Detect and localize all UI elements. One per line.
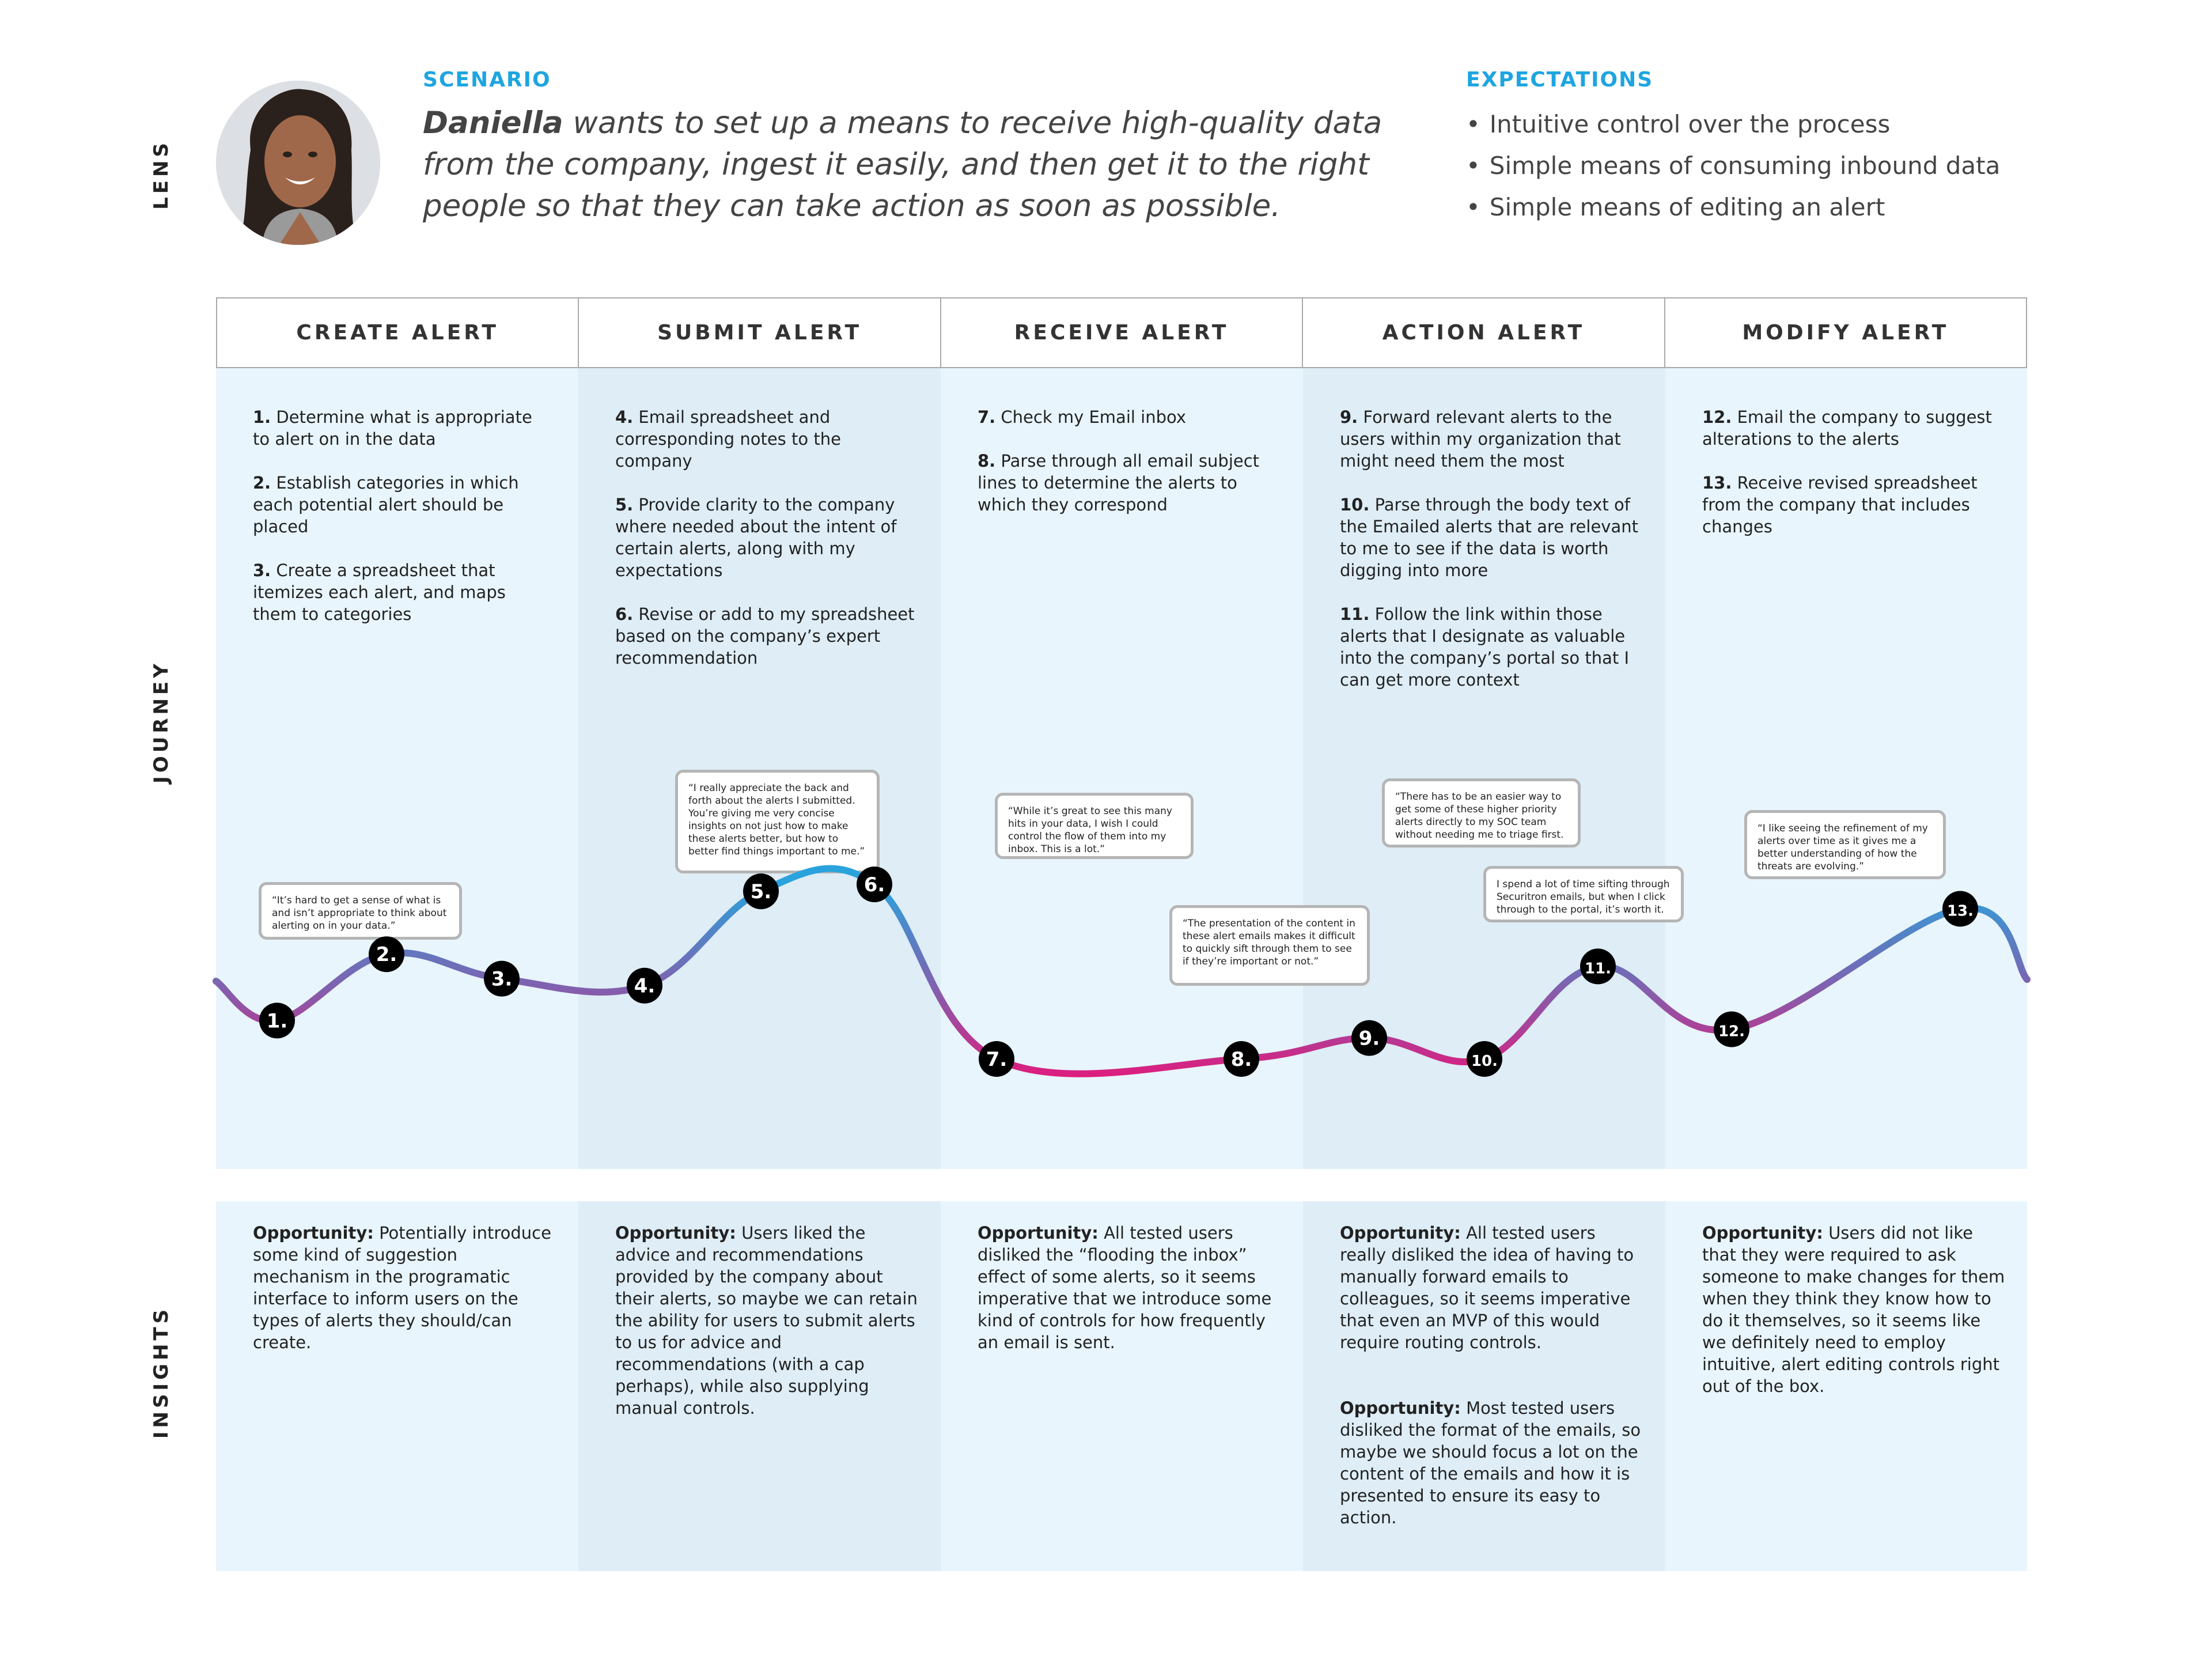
step-item: 11. Follow the link within those alerts … [1340,604,1630,690]
expectations-list: Intuitive control over the process Simpl… [1466,104,2001,228]
stage-header-row: CREATE ALERT SUBMIT ALERT RECEIVE ALERT … [216,297,2027,368]
insight-item: Opportunity: Most tested users disliked … [1340,1398,1641,1527]
quote-bubble: “It’s hard to get a sense of what is and… [259,882,462,940]
quote-text: “The presentation of the content in thes… [1183,918,1355,967]
insight-item: Opportunity: Users liked the advice and … [615,1223,918,1418]
steps-create-alert: 1. Determine what is appropriate to aler… [253,406,552,647]
persona-name: Daniella [423,105,563,141]
expectation-item: Simple means of consuming inbound data [1466,145,2001,187]
quote-bubble: “The presentation of the content in thes… [1169,905,1370,986]
insight-item: Opportunity: All tested users really dis… [1340,1223,1634,1352]
steps-action-alert: 9. Forward relevant alerts to the users … [1340,406,1639,713]
step-item: 5. Provide clarity to the company where … [615,495,897,580]
stage-header-receive-alert: RECEIVE ALERT [941,298,1304,367]
step-item: 13. Receive revised spreadsheet from the… [1702,473,1978,536]
step-item: 1. Determine what is appropriate to aler… [253,407,532,449]
insight-item: Opportunity: Users did not like that the… [1702,1223,2005,1396]
stage-header-action-alert: ACTION ALERT [1303,298,1665,367]
quote-bubble: “I really appreciate the back and forth … [675,770,880,873]
step-item: 8. Parse through all email subject lines… [978,451,1260,514]
steps-submit-alert: 4. Email spreadsheet and corresponding n… [615,406,915,691]
quote-text: “There has to be an easier way to get so… [1395,791,1564,841]
step-item: 9. Forward relevant alerts to the users … [1340,407,1621,471]
step-item: 2. Establish categories in which each po… [253,473,519,536]
quote-bubble: “While it’s great to see this many hits … [995,793,1194,859]
quote-text: “I like seeing the refinement of my aler… [1758,823,1928,872]
steps-receive-alert: 7. Check my Email inbox 8. Parse through… [978,406,1277,538]
step-item: 3. Create a spreadsheet that itemizes ea… [253,561,506,624]
insight-item: Opportunity: Potentially introduce some … [253,1223,551,1352]
scenario-title: SCENARIO [423,68,551,92]
insights-modify-alert: Opportunity: Users did not like that the… [1702,1222,2008,1441]
expectation-item: Intuitive control over the process [1466,104,2000,145]
stage-header-create-alert: CREATE ALERT [217,298,579,367]
expectations-title: EXPECTATIONS [1466,68,1654,92]
insights-receive-alert: Opportunity: All tested users disliked t… [978,1222,1283,1397]
quote-text: “I really appreciate the back and forth … [688,782,865,857]
quote-text: “It’s hard to get a sense of what is and… [272,895,447,932]
scenario-text: Daniella wants to set up a means to rece… [423,103,1402,227]
insights-label: INSIGHTS [150,1306,173,1439]
journey-label: JOURNEY [150,660,173,784]
quote-bubble: I spend a lot of time sifting through Se… [1483,866,1684,922]
quote-bubble: “There has to be an easier way to get so… [1382,778,1581,848]
persona-photo-icon [216,81,380,245]
quote-text: I spend a lot of time sifting through Se… [1497,879,1670,915]
expectation-item: Simple means of editing an alert [1466,187,2000,228]
step-item: 12. Email the company to suggest alterat… [1702,407,1992,449]
insight-item: Opportunity: All tested users disliked t… [978,1223,1272,1352]
step-item: 6. Revise or add to my spreadsheet based… [615,604,915,668]
step-item: 10. Parse through the body text of the E… [1340,495,1638,580]
stage-header-submit-alert: SUBMIT ALERT [579,298,941,367]
insights-submit-alert: Opportunity: Users liked the advice and … [615,1222,921,1463]
insights-action-alert: Opportunity: All tested users really dis… [1340,1222,1645,1572]
scenario-description: wants to set up a means to receive high-… [423,105,1382,224]
step-item: 7. Check my Email inbox [978,407,1187,427]
lens-label: LENS [150,139,173,210]
quote-text: “While it’s great to see this many hits … [1008,805,1172,855]
steps-modify-alert: 12. Email the company to suggest alterat… [1702,406,2002,559]
insights-create-alert: Opportunity: Potentially introduce some … [253,1222,558,1397]
persona-avatar [216,81,380,245]
stage-header-modify-alert: MODIFY ALERT [1742,321,1949,345]
quote-bubble: “I like seeing the refinement of my aler… [1744,810,1946,879]
step-item: 4. Email spreadsheet and corresponding n… [615,407,841,471]
